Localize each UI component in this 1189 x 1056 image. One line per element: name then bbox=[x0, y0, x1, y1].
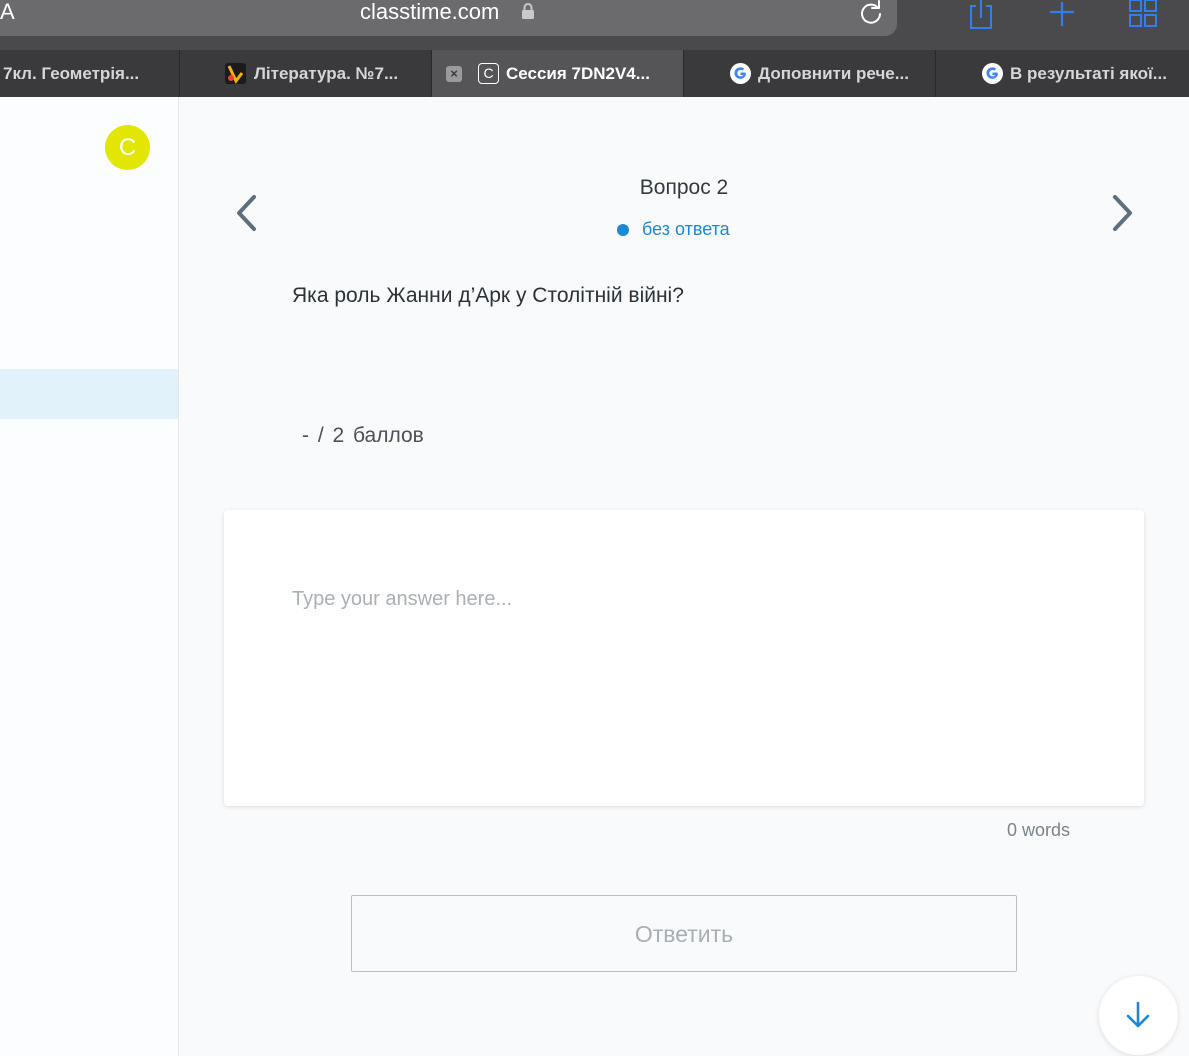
status-dot-icon bbox=[617, 224, 629, 236]
next-question-chevron-right-icon[interactable] bbox=[1109, 194, 1135, 232]
avatar[interactable]: C bbox=[105, 125, 150, 170]
new-tab-icon[interactable] bbox=[1047, 0, 1077, 30]
word-count: 0 words bbox=[1007, 820, 1071, 840]
tab-label: Доповнити рече... bbox=[758, 64, 909, 83]
tab-result[interactable]: В результаті якої... bbox=[936, 50, 1189, 97]
share-icon[interactable] bbox=[966, 0, 996, 30]
sidebar-item-selected[interactable] bbox=[0, 369, 178, 419]
question-title: Вопрос 2 bbox=[639, 176, 729, 199]
tab-literature[interactable]: Література. №7... bbox=[180, 50, 432, 97]
answer-input[interactable] bbox=[224, 510, 1144, 806]
browser-toolbar: A classtime.com bbox=[0, 0, 1189, 50]
tab-label: Література. №7... bbox=[254, 64, 399, 83]
url-text[interactable]: classtime.com bbox=[360, 0, 499, 24]
google-favicon-icon bbox=[982, 63, 1003, 84]
tab-close-icon[interactable]: × bbox=[446, 66, 462, 82]
tab-label: Сессия 7DN2V4... bbox=[506, 64, 650, 83]
classtime-favicon-icon: C bbox=[478, 63, 499, 84]
status-text: без ответа bbox=[642, 219, 730, 239]
answer-box bbox=[224, 510, 1144, 806]
tab-label: 7кл. Геометрія... bbox=[3, 64, 140, 83]
tab-geometry[interactable]: 7кл. Геометрія... bbox=[0, 50, 180, 97]
tab-label: В результаті якої... bbox=[1010, 64, 1167, 83]
submit-answer-button[interactable]: Ответить bbox=[351, 895, 1017, 972]
tab-complete-sentence[interactable]: Доповнити рече... bbox=[684, 50, 936, 97]
text-size-button[interactable]: A bbox=[0, 0, 15, 24]
tab-overview-icon[interactable] bbox=[1128, 0, 1158, 30]
sidebar: C bbox=[0, 97, 179, 1056]
arrow-down-icon bbox=[1126, 1001, 1150, 1028]
scroll-down-button[interactable] bbox=[1099, 976, 1178, 1055]
points-label: - / 2 баллов bbox=[302, 424, 424, 447]
previous-question-chevron-left-icon[interactable] bbox=[234, 194, 260, 232]
lock-icon bbox=[522, 3, 534, 19]
literature-favicon-icon bbox=[225, 63, 246, 84]
question-text: Яка роль Жанни д’Арк у Столітній війні? bbox=[292, 284, 684, 307]
reload-icon[interactable] bbox=[858, 0, 884, 26]
tab-strip: 7кл. Геометрія... Література. №7... × C … bbox=[0, 50, 1189, 97]
google-favicon-icon bbox=[730, 63, 751, 84]
tab-session[interactable]: × C Сессия 7DN2V4... bbox=[432, 50, 684, 97]
